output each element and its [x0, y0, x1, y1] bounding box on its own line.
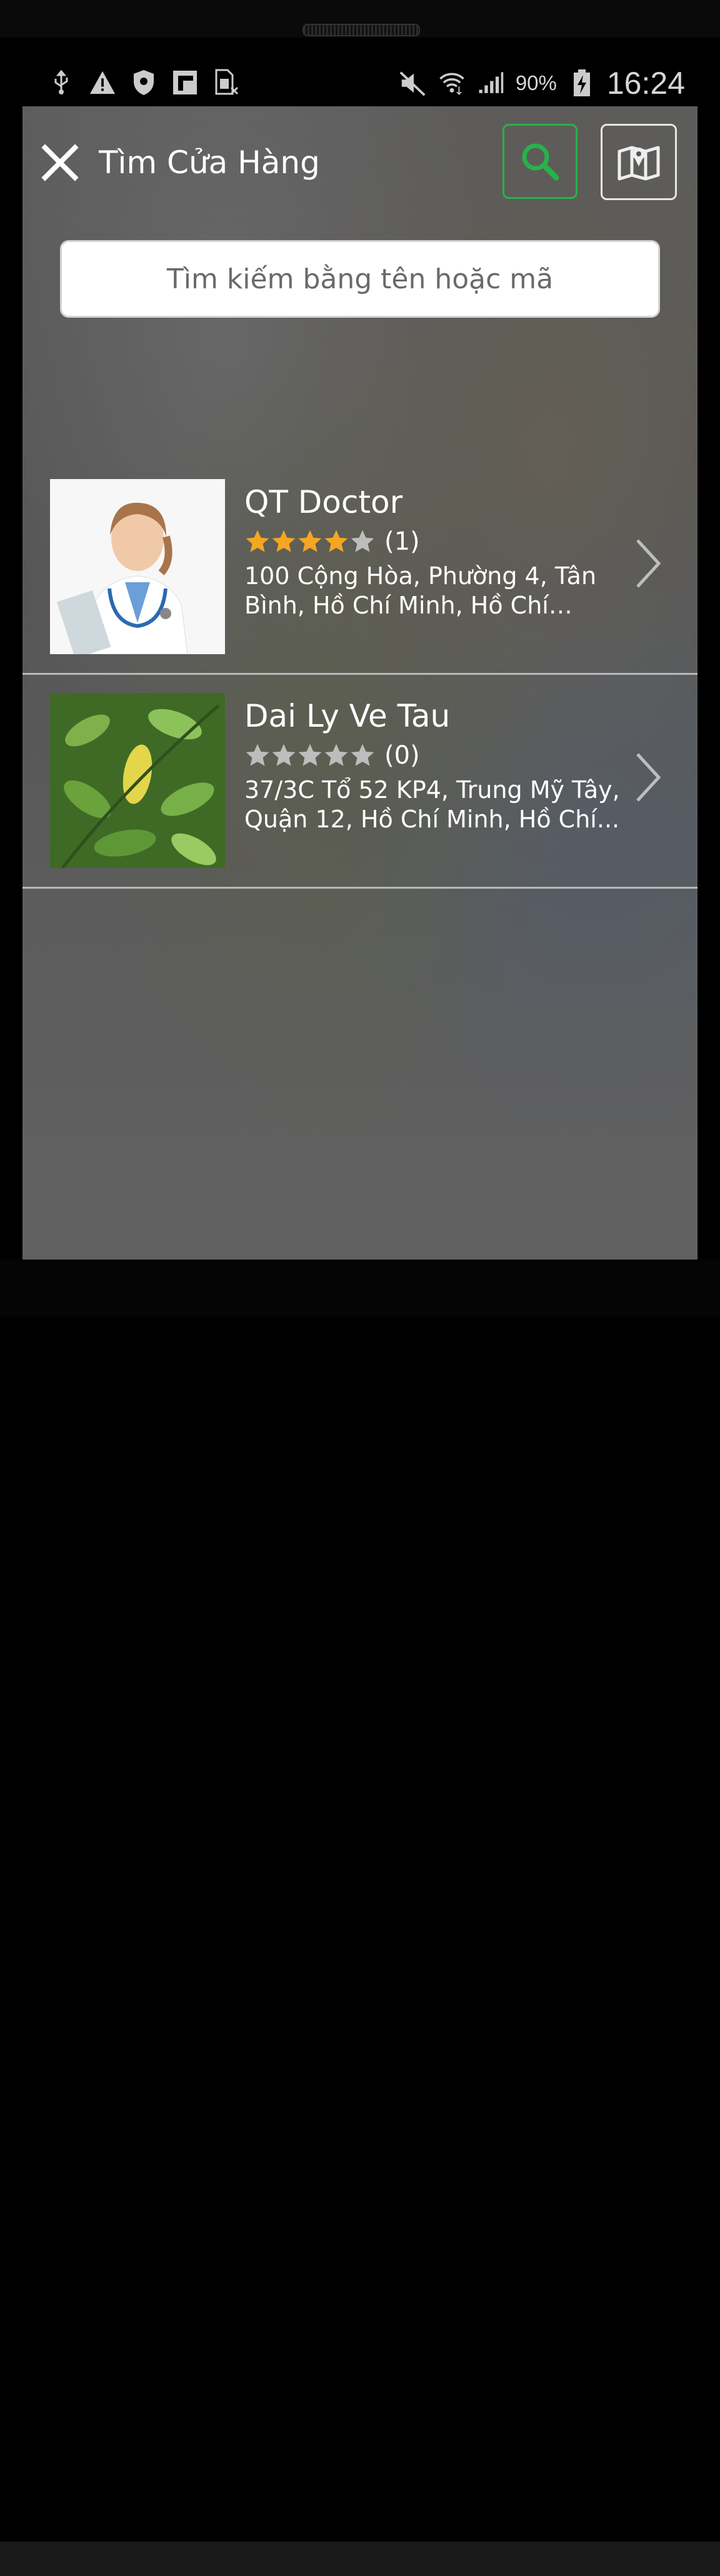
store-list-item[interactable]: Dai Ly Ve Tau (0) 37/3C Tổ 52 KP4, Trung… [22, 673, 698, 889]
star-filled-icon [298, 530, 322, 552]
clock: 16:24 [606, 66, 685, 101]
signal-icon [477, 69, 504, 97]
battery-percent: 90% [515, 71, 557, 94]
wifi-icon [438, 69, 466, 97]
shield-icon [130, 69, 158, 96]
header-bar: Tìm Cửa Hàng [22, 106, 698, 219]
mute-icon [399, 69, 427, 97]
search-button[interactable] [502, 124, 578, 199]
speaker-grille [302, 24, 420, 36]
store-address: 37/3C Tổ 52 KP4, Trung Mỹ Tây, Quận 12, … [244, 776, 620, 833]
close-icon[interactable] [40, 143, 80, 183]
chevron-right-icon [636, 539, 661, 588]
device-bezel-top [0, 0, 720, 38]
store-address: 100 Cộng Hòa, Phường 4, Tân Bình, Hồ Chí… [244, 562, 597, 619]
chevron-right-icon [636, 753, 661, 802]
star-empty-icon [351, 530, 374, 552]
star-empty-icon [246, 744, 269, 766]
star-empty-icon [272, 744, 296, 766]
star-empty-icon [351, 744, 374, 766]
review-count: (1) [384, 527, 420, 556]
map-button[interactable] [601, 124, 677, 200]
rating-stars [244, 742, 376, 769]
star-empty-icon [298, 744, 322, 766]
device-chin [0, 2542, 720, 2576]
battery-charging-icon [568, 69, 596, 97]
sim-off-icon [212, 69, 240, 96]
star-filled-icon [324, 530, 348, 552]
rating-stars [244, 528, 376, 555]
app-screen: Tìm Cửa Hàng QT Doctor [22, 106, 698, 1260]
star-filled-icon [246, 530, 269, 552]
flipboard-icon [171, 69, 199, 96]
store-rating: (1) [244, 524, 644, 559]
review-count: (0) [384, 741, 420, 770]
warning-icon [89, 69, 116, 96]
store-name: Dai Ly Ve Tau [244, 698, 451, 734]
usb-icon [48, 69, 75, 96]
store-rating: (0) [244, 738, 644, 773]
search-icon [522, 143, 559, 181]
store-name: QT Doctor [244, 484, 403, 520]
star-filled-icon [272, 530, 296, 552]
page-title: Tìm Cửa Hàng [99, 144, 320, 181]
search-input[interactable] [60, 240, 660, 318]
device-bezel-bottom [0, 1260, 720, 2576]
star-empty-icon [324, 744, 348, 766]
status-bar: 90% 16:24 [22, 56, 698, 106]
store-list-item[interactable]: QT Doctor (1) 100 Cộng Hòa, Phường 4, Tâ… [22, 459, 698, 675]
store-thumbnail-doctor [50, 479, 225, 654]
map-icon [618, 146, 660, 181]
store-thumbnail-leaves [50, 693, 225, 868]
